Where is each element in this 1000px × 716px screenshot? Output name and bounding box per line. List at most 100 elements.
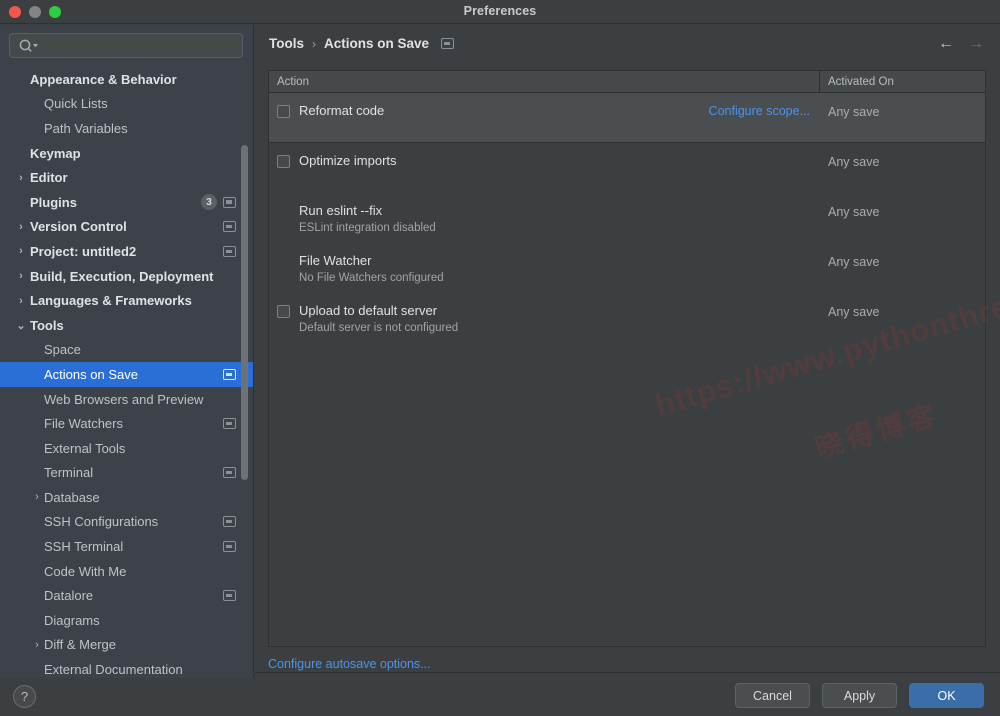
sidebar-item-external-documentation[interactable]: External Documentation xyxy=(0,657,253,678)
sidebar-item-languages-frameworks[interactable]: › Languages & Frameworks xyxy=(0,288,253,313)
search-icon xyxy=(18,39,40,53)
table-row[interactable]: Run eslint --fix ESLint integration disab… xyxy=(269,193,985,243)
action-title: File Watcher xyxy=(299,253,372,268)
search-input[interactable] xyxy=(44,34,234,57)
chevron-down-icon[interactable]: ⌄ xyxy=(14,319,28,332)
action-checkbox[interactable] xyxy=(277,305,290,318)
sidebar-item-path-variables[interactable]: Path Variables xyxy=(0,116,253,141)
sidebar-item-label: Code With Me xyxy=(44,563,127,579)
sidebar-item-actions-on-save[interactable]: Actions on Save xyxy=(0,362,253,387)
sidebar-item-database[interactable]: › Database xyxy=(0,485,253,510)
chevron-right-icon[interactable]: › xyxy=(14,245,28,257)
sidebar-item-version-control[interactable]: › Version Control xyxy=(0,215,253,240)
table-row[interactable]: Upload to default server Default server i… xyxy=(269,293,985,343)
cell-activated-on: Any save xyxy=(820,93,985,142)
sidebar-item-trailing xyxy=(223,467,236,479)
cancel-button[interactable]: Cancel xyxy=(735,683,810,708)
window-title: Preferences xyxy=(463,4,537,18)
chevron-right-icon[interactable]: › xyxy=(14,270,28,282)
table-body: Reformat code Configure scope... Any save O… xyxy=(269,93,985,343)
help-icon[interactable]: ? xyxy=(13,685,36,708)
sidebar-item-trailing xyxy=(223,516,236,528)
action-checkbox[interactable] xyxy=(277,105,290,118)
sidebar-scrollbar-thumb[interactable] xyxy=(241,145,248,480)
configure-scope-link[interactable]: Configure scope... xyxy=(709,104,810,118)
activated-on-value[interactable]: Any save xyxy=(820,293,985,319)
sidebar-item-keymap[interactable]: Keymap xyxy=(0,141,253,166)
sidebar-item-plugins[interactable]: Plugins 3 xyxy=(0,190,253,215)
activated-on-value[interactable]: Any save xyxy=(820,143,985,169)
search-box[interactable] xyxy=(9,33,243,58)
forward-arrow-icon[interactable]: → xyxy=(968,36,984,52)
sidebar-item-tools[interactable]: ⌄ Tools xyxy=(0,313,253,338)
sidebar-item-label: Appearance & Behavior xyxy=(30,71,177,87)
cell-action: Reformat code Configure scope... xyxy=(269,93,820,142)
activated-on-value[interactable]: Any save xyxy=(820,93,985,119)
row-texts: File Watcher No File Watchers configured xyxy=(299,253,444,286)
help-bar: ? xyxy=(0,678,254,716)
ok-button[interactable]: OK xyxy=(909,683,984,708)
sidebar-item-ssh-configurations[interactable]: SSH Configurations xyxy=(0,510,253,535)
sidebar-item-space[interactable]: Space xyxy=(0,338,253,363)
sidebar-item-build-execution-deployment[interactable]: › Build, Execution, Deployment xyxy=(0,264,253,289)
chevron-right-icon[interactable]: › xyxy=(14,221,28,233)
row-texts: Optimize imports xyxy=(299,153,397,169)
sidebar-item-trailing xyxy=(223,541,236,553)
chevron-right-icon[interactable]: › xyxy=(14,172,28,184)
preferences-window: Preferences Appearance & Behavior Quick L… xyxy=(0,0,1000,716)
sidebar-item-file-watchers[interactable]: File Watchers xyxy=(0,411,253,436)
update-count-badge: 3 xyxy=(201,194,217,211)
breadcrumb-current: Actions on Save xyxy=(324,36,430,51)
title-bar: Preferences xyxy=(0,0,1000,24)
sidebar-item-diagrams[interactable]: Diagrams xyxy=(0,608,253,633)
cell-activated-on: Any save xyxy=(820,293,985,343)
sidebar-item-editor[interactable]: › Editor xyxy=(0,165,253,190)
activated-on-value[interactable]: Any save xyxy=(820,193,985,219)
sidebar-item-quick-lists[interactable]: Quick Lists xyxy=(0,92,253,117)
sidebar-item-web-browsers-and-preview[interactable]: Web Browsers and Preview xyxy=(0,387,253,412)
sidebar-item-label: Path Variables xyxy=(44,120,128,136)
sidebar-item-project-untitled2[interactable]: › Project: untitled2 xyxy=(0,239,253,264)
breadcrumb-separator: › xyxy=(312,36,316,51)
cell-action: Upload to default server Default server i… xyxy=(269,293,820,343)
chevron-right-icon[interactable]: › xyxy=(30,639,44,651)
cell-activated-on: Any save xyxy=(820,243,985,293)
table-row[interactable]: Optimize imports Any save xyxy=(269,143,985,193)
back-arrow-icon[interactable]: ← xyxy=(938,36,954,52)
column-header-activated-on[interactable]: Activated On xyxy=(820,71,985,92)
sidebar-item-code-with-me[interactable]: Code With Me xyxy=(0,559,253,584)
chevron-right-icon[interactable]: › xyxy=(30,491,44,503)
sidebar-item-label: External Tools xyxy=(44,440,126,456)
configure-autosave-link[interactable]: Configure autosave options... xyxy=(268,653,986,671)
sidebar-item-terminal[interactable]: Terminal xyxy=(0,461,253,486)
sidebar-item-appearance-behavior[interactable]: Appearance & Behavior xyxy=(0,67,253,92)
sidebar-item-label: SSH Configurations xyxy=(44,514,159,530)
sidebar-item-datalore[interactable]: Datalore xyxy=(0,583,253,608)
action-title: Reformat code xyxy=(299,103,385,118)
chevron-right-icon[interactable]: › xyxy=(14,295,28,307)
main-panel: Tools › Actions on Save ← → Action Activ… xyxy=(255,25,1000,678)
table-row[interactable]: Reformat code Configure scope... Any save xyxy=(269,93,985,142)
sidebar-item-label: Datalore xyxy=(44,588,94,604)
sidebar-item-label: Tools xyxy=(30,317,64,333)
footer-buttons: Cancel Apply OK xyxy=(735,683,984,708)
breadcrumb-parent[interactable]: Tools xyxy=(269,36,304,51)
dialog-footer: Cancel Apply OK xyxy=(255,672,1000,716)
row-content: File Watcher No File Watchers configured xyxy=(269,243,820,286)
sidebar-item-label: SSH Terminal xyxy=(44,539,124,555)
activated-on-value[interactable]: Any save xyxy=(820,243,985,269)
checkbox-placeholder xyxy=(277,205,290,218)
row-texts: Reformat code xyxy=(299,103,384,119)
column-header-action[interactable]: Action xyxy=(269,71,820,92)
apply-button[interactable]: Apply xyxy=(822,683,897,708)
sidebar-item-label: Editor xyxy=(30,170,68,186)
sidebar-item-external-tools[interactable]: External Tools xyxy=(0,436,253,461)
sidebar-item-trailing xyxy=(223,418,236,430)
action-checkbox[interactable] xyxy=(277,155,290,168)
sidebar-item-label: Web Browsers and Preview xyxy=(44,391,204,407)
sidebar-scrollbar[interactable] xyxy=(241,145,248,480)
sidebar-item-diff-merge[interactable]: › Diff & Merge xyxy=(0,633,253,658)
sidebar-item-trailing xyxy=(223,368,236,380)
sidebar-item-ssh-terminal[interactable]: SSH Terminal xyxy=(0,534,253,559)
table-row[interactable]: File Watcher No File Watchers configured A… xyxy=(269,243,985,293)
